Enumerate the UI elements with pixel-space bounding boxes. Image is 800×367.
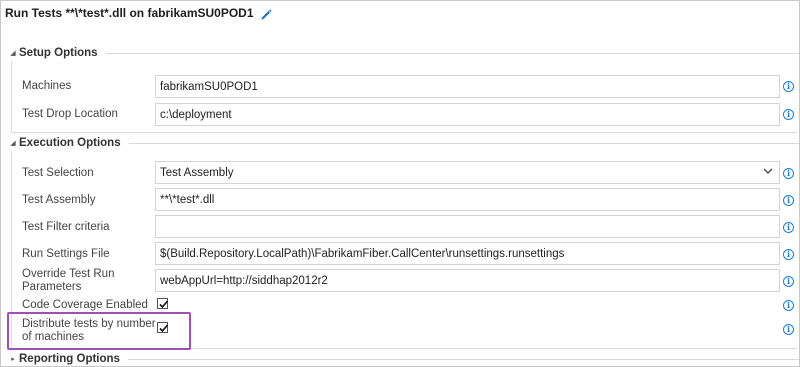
test-filter-criteria-input[interactable]	[155, 215, 780, 238]
run-settings-file-input[interactable]: $(Build.Repository.LocalPath)\FabrikamFi…	[155, 242, 780, 265]
highlight-box	[7, 312, 191, 350]
code-coverage-enabled-label: Code Coverage Enabled	[22, 299, 148, 311]
chevron-down-icon	[763, 167, 773, 178]
title-bar: Run Tests **\*test*.dll on fabrikamSU0PO…	[1, 1, 799, 25]
triangle-down-icon: ◢	[10, 50, 16, 57]
info-icon[interactable]: i	[783, 168, 794, 179]
task-panel: Run Tests **\*test*.dll on fabrikamSU0PO…	[0, 0, 800, 367]
info-icon[interactable]: i	[783, 300, 794, 311]
info-icon[interactable]: i	[783, 195, 794, 206]
triangle-right-icon: ▸	[11, 356, 15, 363]
test-selection-dropdown[interactable]: Test Assembly	[155, 161, 780, 184]
info-icon[interactable]: i	[783, 81, 794, 92]
test-filter-criteria-label: Test Filter criteria	[22, 221, 110, 233]
reporting-options-header[interactable]: ▸ Reporting Options	[7, 351, 799, 367]
info-icon[interactable]: i	[783, 109, 794, 120]
override-test-run-parameters-label: Override Test Run Parameters	[22, 268, 115, 293]
pencil-icon[interactable]	[260, 7, 272, 20]
section-divider	[128, 142, 799, 144]
section-divider	[127, 358, 799, 360]
test-selection-value: Test Assembly	[160, 166, 234, 179]
machines-input[interactable]: fabrikamSU0POD1	[155, 75, 780, 98]
execution-options-label: Execution Options	[19, 137, 121, 149]
section-divider	[105, 52, 799, 54]
checkmark-icon	[159, 300, 169, 309]
reporting-options-label: Reporting Options	[19, 353, 120, 365]
task-title: Run Tests **\*test*.dll on fabrikamSU0PO…	[5, 6, 254, 20]
info-icon[interactable]: i	[783, 249, 794, 260]
setup-options-header[interactable]: ◢ Setup Options	[7, 45, 799, 61]
info-icon[interactable]: i	[783, 222, 794, 233]
triangle-down-icon: ◢	[10, 140, 16, 147]
code-coverage-checkbox[interactable]	[157, 298, 169, 309]
test-drop-location-label: Test Drop Location	[22, 108, 118, 120]
setup-options-label: Setup Options	[19, 47, 98, 59]
info-icon[interactable]: i	[783, 276, 794, 287]
test-selection-label: Test Selection	[22, 167, 94, 179]
execution-options-header[interactable]: ◢ Execution Options	[7, 135, 799, 151]
override-test-run-parameters-input[interactable]: webAppUrl=http://siddhap2012r2	[155, 269, 780, 292]
test-drop-location-input[interactable]: c:\deployment	[155, 103, 780, 126]
machines-label: Machines	[22, 80, 72, 92]
run-settings-file-label: Run Settings File	[22, 248, 110, 260]
test-assembly-input[interactable]: **\*test*.dll	[155, 188, 780, 211]
info-icon[interactable]: i	[783, 324, 794, 335]
test-assembly-label: Test Assembly	[22, 194, 96, 206]
